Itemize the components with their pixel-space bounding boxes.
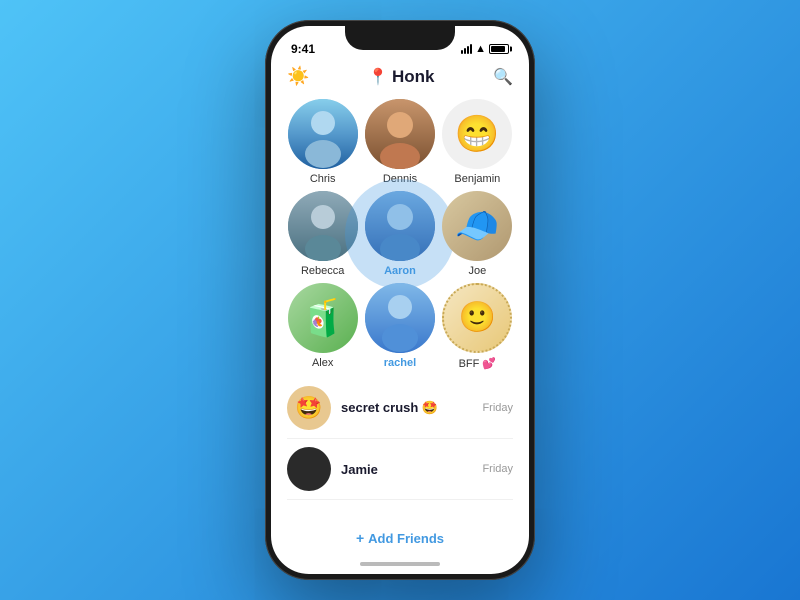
battery-icon (489, 44, 509, 54)
avatar-aaron (365, 191, 435, 261)
status-icons: ▲ (461, 43, 509, 55)
msg-time-jamie: Friday (482, 463, 513, 475)
signal-icon (461, 44, 472, 54)
friend-item-aaron[interactable]: Aaron (364, 191, 435, 277)
add-friends-label: Add Friends (368, 531, 444, 546)
msg-name-jamie: Jamie (341, 462, 378, 477)
friend-name-alex: Alex (312, 357, 333, 369)
app-title: Honk (392, 67, 435, 87)
avatar-chris (288, 99, 358, 169)
avatar-rachel (365, 283, 435, 353)
friends-grid: Chris De (271, 95, 529, 378)
app-logo-icon: 📍 (368, 67, 388, 87)
search-icon[interactable]: 🔍 (493, 67, 513, 87)
friend-item-dennis[interactable]: Dennis (364, 99, 435, 185)
home-indicator (271, 556, 529, 574)
friend-item-chris[interactable]: Chris (287, 99, 358, 185)
bff-emoji: 🙂 (459, 303, 496, 333)
notch (345, 26, 455, 50)
app-header: ☀️ 📍 Honk 🔍 (271, 62, 529, 95)
message-item-secret-crush[interactable]: 🤩 secret crush 🤩 Friday (287, 378, 513, 439)
home-bar (360, 562, 440, 566)
msg-content-jamie: Jamie Friday (341, 462, 513, 477)
phone-frame: 9:41 ▲ ☀️ 📍 Honk 🔍 (265, 20, 535, 580)
msg-name-secret-crush: secret crush 🤩 (341, 400, 438, 416)
secret-crush-emoji: 🤩 (295, 395, 322, 421)
avatar-joe: 🧢 (442, 191, 512, 261)
friend-item-benjamin[interactable]: 😁 Benjamin (442, 99, 513, 185)
app-title-area: 📍 Honk (368, 67, 434, 87)
friend-item-joe[interactable]: 🧢 Joe (442, 191, 513, 277)
msg-content-secret-crush: secret crush 🤩 Friday (341, 400, 513, 416)
msg-avatar-secret-crush: 🤩 (287, 386, 331, 430)
avatar-alex: 🧃 (288, 283, 358, 353)
add-friends-bar[interactable]: + Add Friends (271, 520, 529, 556)
phone-screen: 9:41 ▲ ☀️ 📍 Honk 🔍 (271, 26, 529, 574)
status-time: 9:41 (291, 42, 315, 56)
friend-item-bff[interactable]: 🙂 BFF 💕 (442, 283, 513, 370)
messages-section: 🤩 secret crush 🤩 Friday Jamie Friday (271, 378, 529, 520)
wifi-icon: ▲ (475, 43, 486, 55)
friend-item-rachel[interactable]: rachel (364, 283, 435, 370)
msg-time-secret-crush: Friday (482, 402, 513, 414)
friend-name-bff: BFF 💕 (459, 357, 497, 370)
message-item-jamie[interactable]: Jamie Friday (287, 439, 513, 500)
alex-emoji: 🧃 (300, 300, 345, 336)
add-icon: + (356, 530, 364, 546)
friend-name-rachel: rachel (384, 357, 416, 369)
friend-name-rebecca: Rebecca (301, 265, 344, 277)
friend-item-alex[interactable]: 🧃 Alex (287, 283, 358, 370)
joe-emoji: 🧢 (455, 208, 500, 244)
friend-name-joe: Joe (468, 265, 486, 277)
avatar-benjamin: 😁 (442, 99, 512, 169)
friend-name-benjamin: Benjamin (454, 173, 500, 185)
benjamin-emoji: 😁 (455, 116, 500, 152)
friend-name-chris: Chris (310, 173, 336, 185)
avatar-bff: 🙂 (442, 283, 512, 353)
msg-avatar-jamie (287, 447, 331, 491)
sun-icon: ☀️ (287, 66, 309, 87)
avatar-dennis (365, 99, 435, 169)
